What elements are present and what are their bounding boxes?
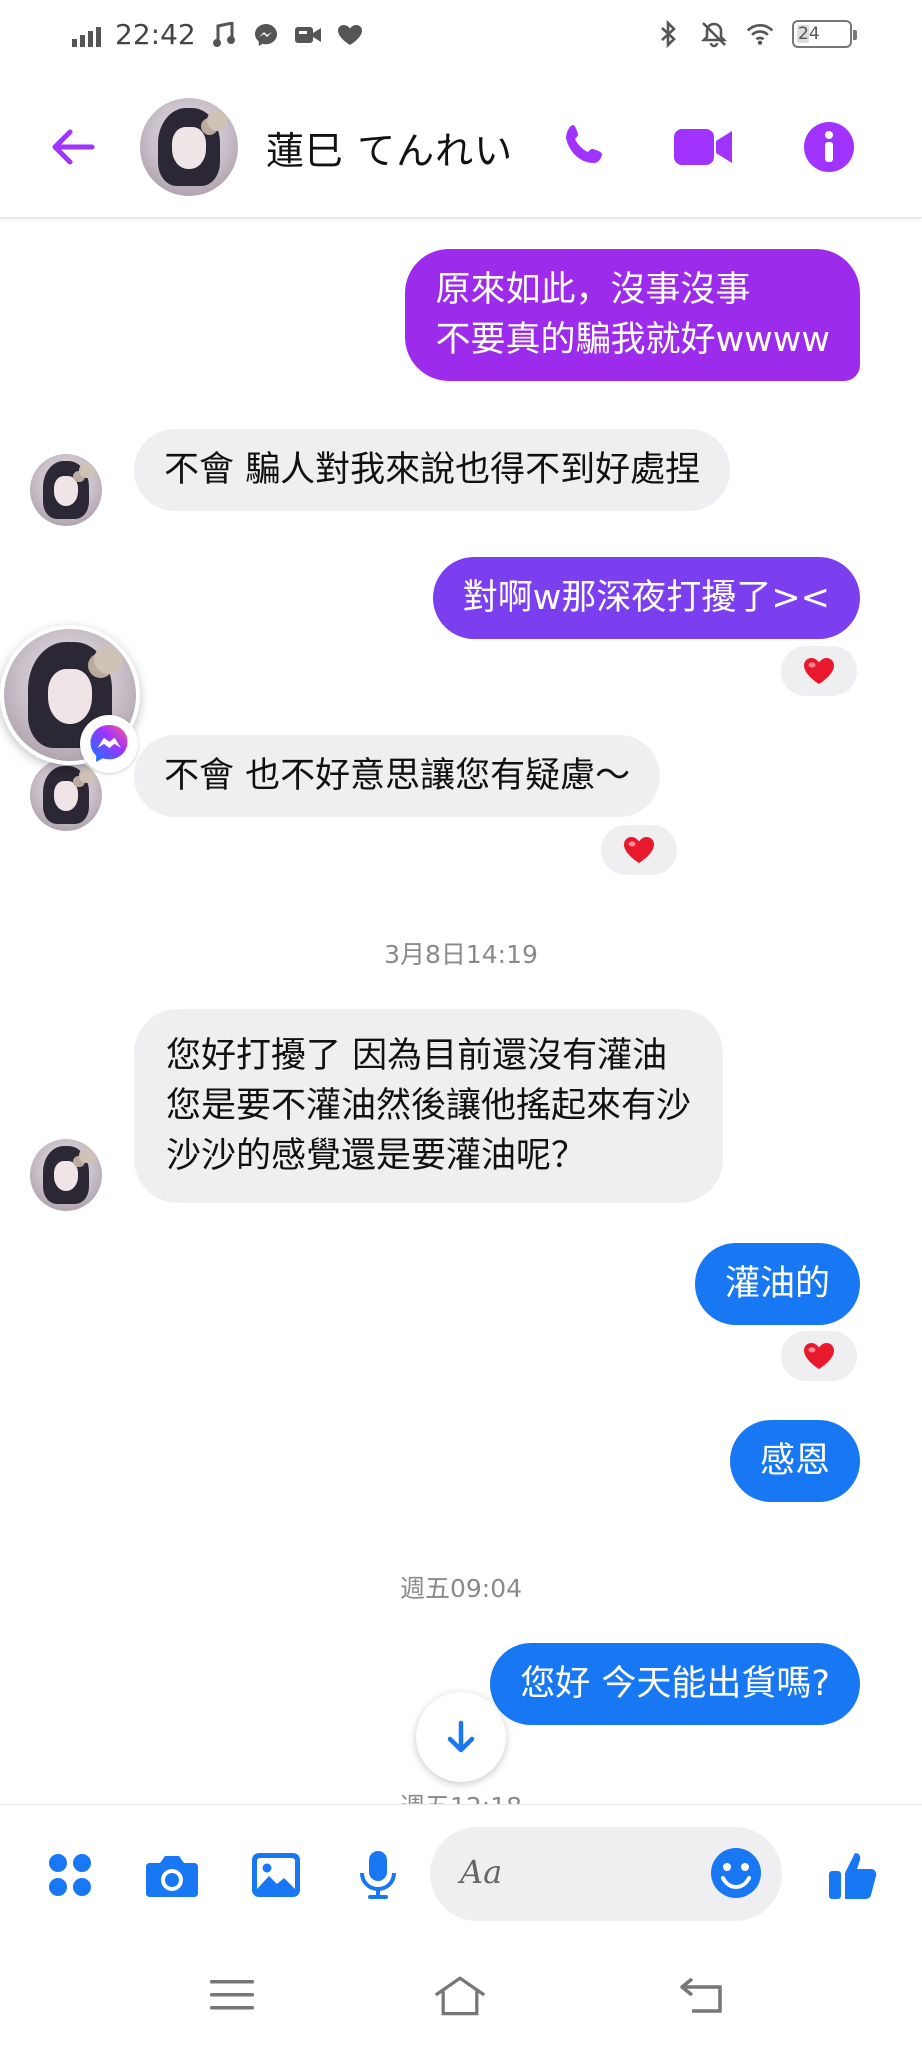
- message-line: 不會 騙人對我來說也得不到好處捏: [164, 450, 701, 490]
- message-bubble-incoming[interactable]: 不會 也不好意思讓您有疑慮～: [134, 735, 661, 817]
- apps-icon[interactable]: [42, 1847, 98, 1903]
- thumbs-up-icon[interactable]: [826, 1847, 882, 1903]
- video-icon[interactable]: [672, 116, 734, 178]
- heart-notif-icon: [336, 21, 364, 49]
- timestamp: 3月8日14:19: [384, 940, 538, 969]
- contact-name[interactable]: 蓮巳 てんれい: [266, 120, 513, 175]
- message-bubble-outgoing[interactable]: 感恩: [729, 1420, 860, 1502]
- message-line: 您是要不灌油然後讓他搖起來有沙: [166, 1086, 692, 1126]
- phone-icon[interactable]: [554, 116, 616, 178]
- signal-icon: [72, 23, 101, 47]
- back-icon[interactable]: [674, 1970, 730, 2020]
- info-icon[interactable]: [798, 116, 860, 178]
- message-list[interactable]: 原來如此，沒事沒事 不要真的騙我就好wwww 不會 騙人對我來說也得不到好處捏 …: [0, 219, 922, 1804]
- message-line: 灌油的: [724, 1264, 830, 1304]
- message-bubble-outgoing[interactable]: 您好 今天能出貨嗎?: [490, 1643, 860, 1725]
- status-bar: 22:42 24: [0, 0, 922, 76]
- message-line: 原來如此，沒事沒事: [435, 270, 751, 310]
- camera-icon[interactable]: [144, 1847, 200, 1903]
- message-line: 您好 今天能出貨嗎?: [520, 1664, 830, 1704]
- bluetooth-icon: [654, 20, 682, 48]
- wifi-icon: [746, 20, 774, 48]
- messenger-icon: [80, 715, 138, 773]
- video-notif-icon: [294, 21, 322, 49]
- system-navigation-bar: [0, 1942, 922, 2048]
- sender-avatar[interactable]: [30, 759, 102, 831]
- message-line: 對啊w那深夜打擾了><: [462, 578, 830, 618]
- conversation-header: 蓮巳 てんれい: [0, 76, 922, 218]
- status-time: 22:42: [115, 18, 196, 51]
- battery-level: 24: [798, 24, 820, 44]
- timestamp: 週五12:18: [0, 1787, 922, 1804]
- back-arrow-icon[interactable]: [46, 120, 100, 174]
- menu-icon[interactable]: [204, 1970, 260, 2020]
- message-bubble-incoming[interactable]: 您好打擾了 因為目前還沒有灌油 您是要不灌油然後讓他搖起來有沙 沙沙的感覺還是要…: [134, 1009, 724, 1203]
- reaction-badge[interactable]: [778, 1328, 860, 1384]
- contact-avatar[interactable]: [140, 98, 238, 196]
- message-composer: Aa: [0, 1804, 922, 1942]
- message-input-placeholder: Aa: [460, 1853, 503, 1891]
- message-line: 沙沙的感覺還是要灌油呢？: [166, 1136, 587, 1176]
- message-line: 不要真的騙我就好wwww: [435, 320, 830, 360]
- emoji-icon[interactable]: [708, 1845, 764, 1901]
- message-input[interactable]: Aa: [430, 1827, 782, 1921]
- battery-indicator: 24: [792, 20, 857, 48]
- message-bubble-outgoing[interactable]: 原來如此，沒事沒事 不要真的騙我就好wwww: [405, 249, 860, 381]
- music-icon: [210, 21, 238, 49]
- home-icon[interactable]: [432, 1970, 488, 2020]
- message-bubble-incoming[interactable]: 不會 騙人對我來說也得不到好處捏: [134, 429, 731, 511]
- heart-reaction-icon: [804, 658, 834, 684]
- messenger-notif-icon: [252, 21, 280, 49]
- reaction-badge[interactable]: [598, 822, 680, 878]
- mute-icon: [700, 20, 728, 48]
- message-bubble-outgoing[interactable]: 對啊w那深夜打擾了><: [432, 557, 860, 639]
- sender-avatar[interactable]: [30, 454, 102, 526]
- scroll-down-icon[interactable]: [416, 1692, 506, 1782]
- gallery-icon[interactable]: [248, 1847, 304, 1903]
- message-line: 感恩: [759, 1441, 830, 1481]
- message-line: 您好打擾了 因為目前還沒有灌油: [166, 1036, 668, 1076]
- heart-reaction-icon: [804, 1343, 834, 1369]
- heart-reaction-icon: [624, 837, 654, 863]
- timestamp: 週五09:04: [399, 1574, 523, 1603]
- sender-avatar[interactable]: [30, 1139, 102, 1211]
- reaction-badge[interactable]: [778, 643, 860, 699]
- microphone-icon[interactable]: [350, 1847, 406, 1903]
- message-line: 不會 也不好意思讓您有疑慮～: [164, 756, 631, 796]
- message-bubble-outgoing[interactable]: 灌油的: [694, 1243, 860, 1325]
